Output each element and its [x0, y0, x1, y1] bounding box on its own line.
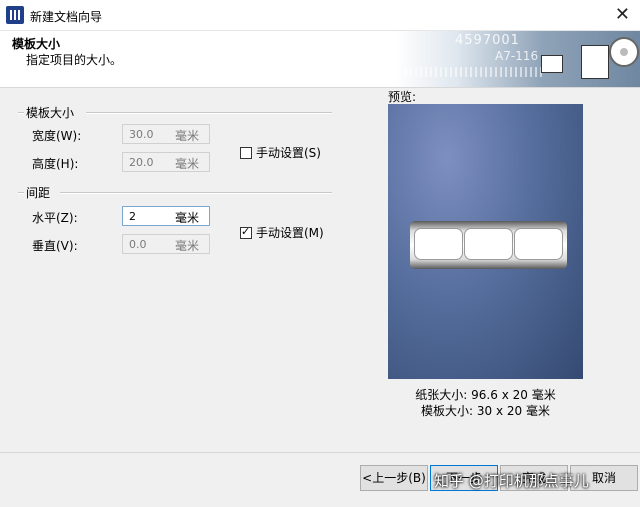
close-icon[interactable]: ✕	[615, 4, 630, 25]
vertical-label: 垂直(V):	[32, 239, 78, 253]
preview-title: 预览:	[388, 90, 417, 104]
height-label: 高度(H):	[32, 157, 79, 171]
width-value: 30.0	[129, 128, 154, 141]
manual-size-label: 手动设置(S)	[256, 146, 321, 160]
window-title: 新建文档向导	[30, 10, 103, 24]
label-preview-cell	[514, 228, 563, 260]
width-unit: 毫米	[175, 129, 200, 143]
label-preview-cell	[414, 228, 463, 260]
manual-size-checkbox[interactable]: 手动设置(S)	[240, 144, 321, 161]
vertical-spacing-field[interactable]: 0.0 毫米	[122, 234, 210, 254]
horizontal-unit: 毫米	[175, 211, 200, 225]
horizontal-label: 水平(Z):	[32, 211, 78, 225]
divider	[18, 112, 24, 114]
barcode-graphic	[405, 67, 545, 77]
page-title: 模板大小	[12, 37, 61, 51]
checkbox-checked-icon	[240, 225, 252, 239]
preview-area	[388, 104, 583, 379]
label-strip-preview	[410, 221, 567, 269]
title-bar: 新建文档向导 ✕	[0, 0, 640, 31]
watermark: 知乎 @打印机那点事儿	[434, 472, 589, 490]
manual-spacing-label: 手动设置(M)	[256, 226, 324, 240]
footer-divider	[0, 452, 640, 453]
label-card-graphic	[581, 45, 609, 79]
divider	[18, 192, 24, 194]
template-size-group-label: 模板大小	[26, 106, 75, 120]
checkbox-icon	[240, 146, 252, 159]
divider	[86, 112, 332, 114]
label-preview-cell	[464, 228, 513, 260]
spacing-group-label: 间距	[26, 186, 51, 200]
width-label: 宽度(W):	[32, 129, 82, 143]
header-banner-image: 4597001 A7-116	[395, 31, 640, 87]
height-unit: 毫米	[175, 157, 200, 171]
banner-number: 4597001	[455, 33, 520, 48]
manual-spacing-checkbox[interactable]: 手动设置(M)	[240, 224, 324, 241]
height-value: 20.0	[129, 156, 154, 169]
label-card-graphic	[541, 55, 563, 73]
horizontal-spacing-input[interactable]: 2 毫米	[122, 206, 210, 226]
vertical-unit: 毫米	[175, 239, 200, 253]
disc-graphic	[609, 37, 639, 67]
page-subtitle: 指定项目的大小。	[26, 53, 123, 67]
vertical-value: 0.0	[129, 238, 147, 251]
back-button[interactable]: <上一步(B)	[360, 465, 428, 491]
divider	[60, 192, 332, 194]
paper-size-info: 纸张大小: 96.6 x 20 毫米	[415, 388, 556, 402]
wizard-header: 模板大小 指定项目的大小。 4597001 A7-116	[0, 31, 640, 88]
height-field[interactable]: 20.0 毫米	[122, 152, 210, 172]
width-field[interactable]: 30.0 毫米	[122, 124, 210, 144]
banner-number-2: A7-116	[495, 49, 539, 63]
app-icon	[6, 6, 24, 24]
template-size-info: 模板大小: 30 x 20 毫米	[421, 404, 550, 418]
horizontal-value: 2	[129, 210, 136, 223]
